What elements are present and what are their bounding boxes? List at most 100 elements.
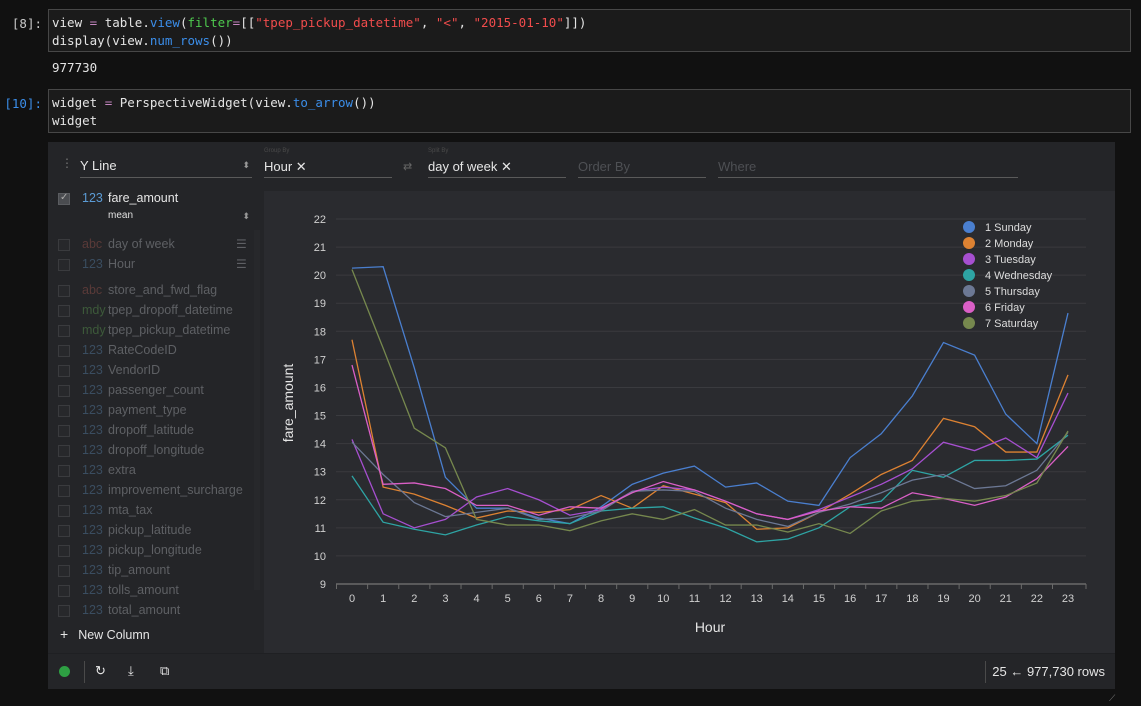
- download-icon[interactable]: ⤓: [128, 663, 134, 679]
- column-checkbox[interactable]: [58, 192, 70, 205]
- legend-swatch: [963, 253, 975, 265]
- swap-pivots-icon[interactable]: ⇄: [403, 160, 412, 173]
- column-row[interactable]: 123 VendorID: [48, 362, 260, 382]
- column-name: tolls_amount: [108, 583, 179, 597]
- status-bar: ↻ ⤓ ⧉ 25 ← 977,730 rows: [48, 653, 1115, 689]
- pivot-column-row[interactable]: 123 Hour ☰: [48, 256, 260, 276]
- column-row[interactable]: 123 pickup_longitude: [48, 542, 260, 562]
- column-row[interactable]: 123 payment_type: [48, 402, 260, 422]
- column-type: 123: [82, 343, 103, 357]
- column-row[interactable]: 123 RateCodeID: [48, 342, 260, 362]
- split-by-field[interactable]: Split By day of week ✕: [428, 148, 566, 178]
- column-type: 123: [82, 463, 103, 477]
- drag-handle-icon[interactable]: ☰: [236, 257, 247, 271]
- column-row[interactable]: abc store_and_fwd_flag: [48, 282, 260, 302]
- active-column-fare-amount[interactable]: 123 fare_amount: [48, 190, 260, 210]
- column-type: 123: [82, 443, 103, 457]
- column-row[interactable]: 123 improvement_surcharge: [48, 482, 260, 502]
- column-row[interactable]: 123 extra: [48, 462, 260, 482]
- group-by-field[interactable]: Group By Hour ✕: [264, 148, 392, 178]
- column-checkbox[interactable]: [58, 325, 70, 337]
- y-tick-label: 19: [314, 298, 326, 310]
- x-tick-label: 12: [719, 593, 731, 605]
- column-checkbox[interactable]: [58, 239, 70, 251]
- column-name: store_and_fwd_flag: [108, 283, 218, 297]
- column-type: abc: [82, 283, 103, 297]
- code-cell-8[interactable]: view = table.view(filter=[["tpep_pickup_…: [48, 9, 1131, 52]
- column-name: payment_type: [108, 403, 187, 417]
- column-row[interactable]: mdy tpep_pickup_datetime: [48, 322, 260, 342]
- column-row[interactable]: 123 tolls_amount: [48, 582, 260, 602]
- column-checkbox[interactable]: [58, 505, 70, 517]
- legend-swatch: [963, 237, 975, 249]
- column-row[interactable]: 123 total_amount: [48, 602, 260, 622]
- column-row[interactable]: 123 tip_amount: [48, 562, 260, 582]
- column-row[interactable]: 123 passenger_count: [48, 382, 260, 402]
- legend-swatch: [963, 269, 975, 281]
- new-column-button[interactable]: + New Column: [60, 626, 150, 642]
- column-name: dropoff_latitude: [108, 423, 194, 437]
- code-line-2: widget: [52, 113, 98, 128]
- column-type: 123: [82, 423, 103, 437]
- x-tick-label: 17: [875, 593, 887, 605]
- aggregate-selector[interactable]: mean ⬍: [108, 210, 252, 226]
- x-tick-label: 4: [473, 593, 479, 605]
- pivot-column-row[interactable]: abc day of week ☰: [48, 236, 260, 256]
- column-name: improvement_surcharge: [108, 483, 243, 497]
- column-checkbox[interactable]: [58, 385, 70, 397]
- column-checkbox[interactable]: [58, 465, 70, 477]
- column-type: 123: [82, 483, 103, 497]
- series-line-3-tuesday: [351, 392, 1069, 529]
- column-checkbox[interactable]: [58, 565, 70, 577]
- column-checkbox[interactable]: [58, 285, 70, 297]
- column-name: VendorID: [108, 363, 161, 377]
- select-arrows-icon: ⬍: [242, 211, 250, 221]
- resize-handle-icon[interactable]: ⟋: [1109, 693, 1115, 704]
- column-checkbox[interactable]: [58, 485, 70, 497]
- column-checkbox[interactable]: [58, 445, 70, 457]
- column-row[interactable]: mdy tpep_dropoff_datetime: [48, 302, 260, 322]
- code-cell-10[interactable]: widget = PerspectiveWidget(view.to_arrow…: [48, 89, 1131, 133]
- column-checkbox[interactable]: [58, 259, 70, 271]
- legend-swatch: [963, 301, 975, 313]
- column-row[interactable]: 123 dropoff_latitude: [48, 422, 260, 442]
- column-type: abc: [82, 237, 103, 251]
- column-checkbox[interactable]: [58, 405, 70, 417]
- plus-icon: +: [60, 626, 69, 642]
- legend-label: 4 Wednesday: [985, 270, 1053, 282]
- y-tick-label: 15: [314, 411, 326, 423]
- line-chart: 9101112131415161718192021220 1 2 3 4 5 6 7 8 9 10 1…: [280, 214, 1087, 635]
- column-type: 123: [82, 383, 103, 397]
- column-checkbox[interactable]: [58, 605, 70, 617]
- column-checkbox[interactable]: [58, 585, 70, 597]
- refresh-icon[interactable]: ↻: [95, 663, 106, 679]
- x-tick-label: 11: [689, 593, 700, 605]
- column-sidebar: ⋮ Y Line ⬍ 123 fare_amount mean ⬍ abcday…: [48, 142, 260, 647]
- column-name: Hour: [108, 257, 136, 271]
- column-checkbox[interactable]: [58, 305, 70, 317]
- row-count: 25 ← 977,730 rows: [992, 664, 1105, 679]
- legend-label: 7 Saturday: [985, 318, 1039, 330]
- code-line-1: view = table.view(filter=[["tpep_pickup_…: [52, 15, 587, 30]
- column-type: 123: [82, 503, 103, 517]
- column-checkbox[interactable]: [58, 545, 70, 557]
- column-row[interactable]: 123 mta_tax: [48, 502, 260, 522]
- column-checkbox[interactable]: [58, 525, 70, 537]
- column-checkbox[interactable]: [58, 425, 70, 437]
- y-tick-label: 16: [314, 382, 326, 394]
- copy-icon[interactable]: ⧉: [160, 663, 169, 679]
- drag-handle-icon[interactable]: ☰: [236, 237, 247, 251]
- column-type: 123: [82, 363, 103, 377]
- legend-swatch: [963, 221, 975, 233]
- column-checkbox[interactable]: [58, 365, 70, 377]
- column-type: mdy: [82, 323, 106, 337]
- plugin-selector[interactable]: Y Line ⬍: [80, 158, 252, 178]
- order-by-field[interactable]: Order By: [578, 148, 706, 178]
- where-field[interactable]: Where: [718, 148, 1018, 178]
- settings-handle-icon[interactable]: ⋮: [61, 157, 73, 169]
- column-row[interactable]: 123 dropoff_longitude: [48, 442, 260, 462]
- column-checkbox[interactable]: [58, 345, 70, 357]
- sidebar-scrollbar[interactable]: [254, 230, 260, 590]
- column-row[interactable]: 123 pickup_latitude: [48, 522, 260, 542]
- x-tick-label: 6: [536, 593, 542, 605]
